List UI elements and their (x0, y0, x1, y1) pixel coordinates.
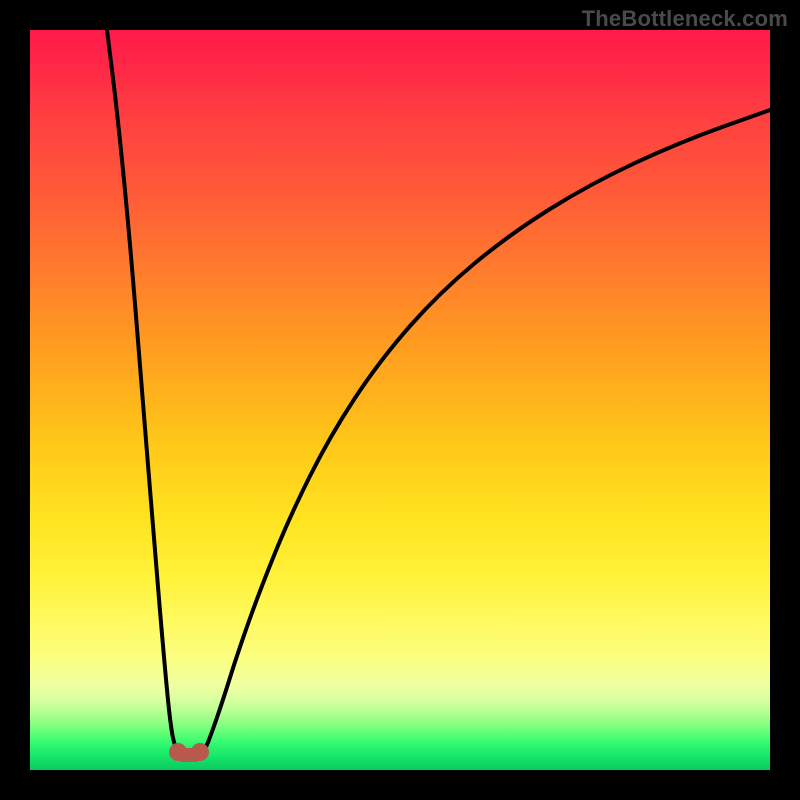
curve-left-branch (107, 30, 180, 755)
chart-frame: TheBottleneck.com (0, 0, 800, 800)
watermark-text: TheBottleneck.com (582, 6, 788, 32)
notch-bridge (178, 748, 200, 762)
curve-layer (30, 30, 770, 770)
notch-markers (169, 743, 209, 762)
plot-area (30, 30, 770, 770)
curve-right-branch (200, 110, 770, 755)
bottleneck-curve (107, 30, 770, 755)
